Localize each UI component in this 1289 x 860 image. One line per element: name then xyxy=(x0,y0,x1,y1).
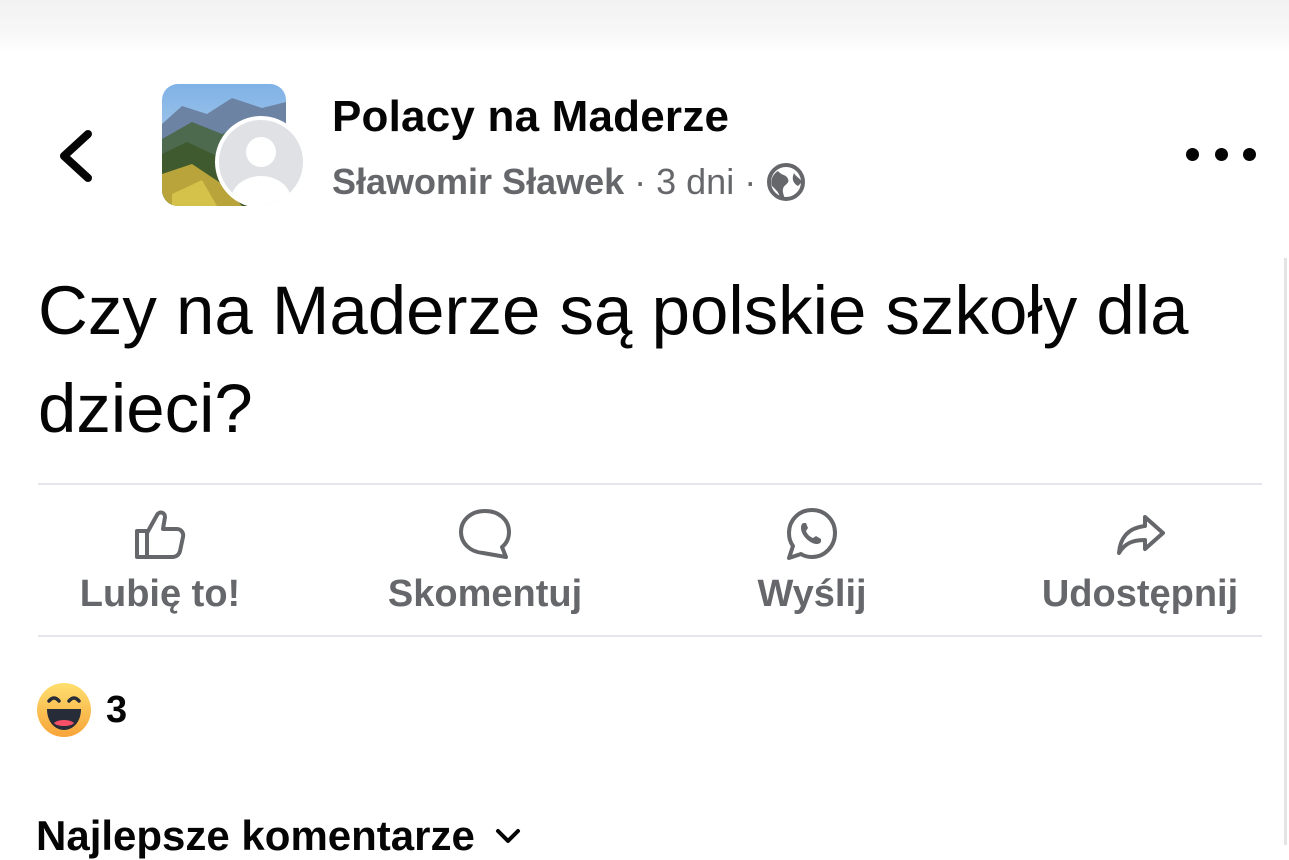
comment-button[interactable]: Skomentuj xyxy=(365,505,605,625)
send-label: Wyślij xyxy=(757,573,867,615)
comment-label: Skomentuj xyxy=(387,573,583,615)
meta-separator: · xyxy=(744,161,757,202)
back-button[interactable] xyxy=(50,120,106,192)
whatsapp-icon xyxy=(787,508,837,560)
reactions-summary[interactable]: 3 xyxy=(36,682,127,738)
more-horizontal-icon xyxy=(1186,147,1199,161)
meta-separator: · xyxy=(634,161,647,202)
chevron-left-icon xyxy=(60,130,92,182)
default-profile-icon xyxy=(219,120,303,204)
more-horizontal-icon xyxy=(1243,147,1256,161)
like-label: Lubię to! xyxy=(79,573,241,615)
share-label: Udostępnij xyxy=(1041,573,1239,615)
group-avatar[interactable] xyxy=(162,84,307,209)
post-meta: Sławomir Sławek · 3 dni · xyxy=(332,160,806,204)
like-button[interactable]: Lubię to! xyxy=(60,505,260,625)
send-button[interactable]: Wyślij xyxy=(712,505,912,625)
comments-sort-dropdown[interactable]: Najlepsze komentarze xyxy=(36,812,525,860)
share-icon xyxy=(1117,515,1165,555)
more-options-button[interactable] xyxy=(1186,134,1256,174)
comments-sort-label: Najlepsze komentarze xyxy=(36,812,475,859)
post-text: Czy na Maderze są polskie szkoły dla dzi… xyxy=(38,272,1189,447)
thumbs-up-icon xyxy=(135,510,186,559)
comment-icon xyxy=(459,509,511,559)
scroll-edge xyxy=(1284,258,1287,845)
divider xyxy=(38,635,1262,637)
group-name[interactable]: Polacy na Maderze xyxy=(332,92,729,142)
post-time[interactable]: 3 dni xyxy=(656,161,734,203)
status-bar-area xyxy=(0,0,1289,52)
reaction-count: 3 xyxy=(106,688,128,731)
author-name[interactable]: Sławomir Sławek xyxy=(332,161,624,203)
share-button[interactable]: Udostępnij xyxy=(1020,505,1260,625)
author-avatar[interactable] xyxy=(215,116,307,208)
chevron-down-icon xyxy=(495,829,520,843)
globe-icon xyxy=(767,163,806,201)
divider xyxy=(38,483,1262,485)
haha-reaction-icon xyxy=(37,683,91,737)
more-horizontal-icon xyxy=(1214,147,1228,161)
